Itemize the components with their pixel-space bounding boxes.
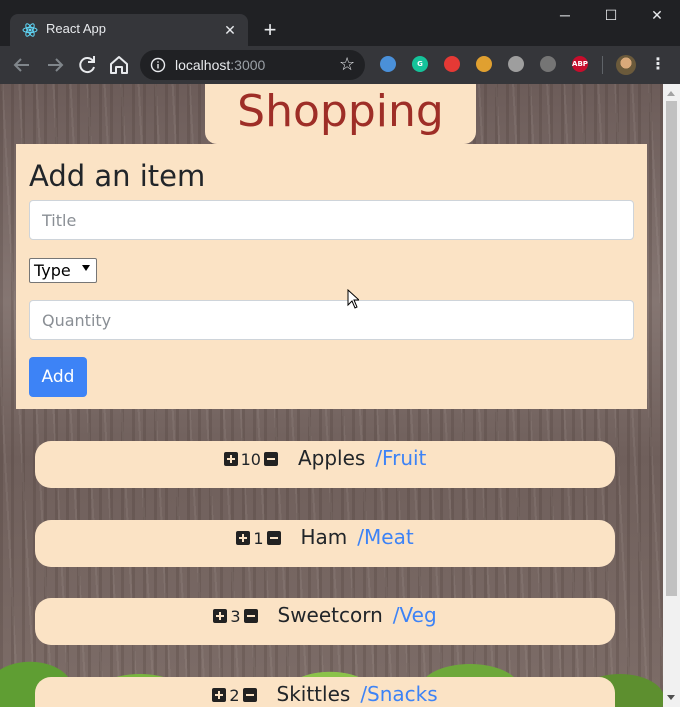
- type-select[interactable]: Type: [29, 258, 97, 283]
- item-name: Skittles: [276, 682, 351, 706]
- profile-avatar[interactable]: [616, 55, 636, 75]
- select-arrow-icon: [82, 265, 90, 271]
- maximize-button[interactable]: ☐: [588, 0, 634, 30]
- address-bar[interactable]: localhost:3000 ☆: [140, 50, 365, 80]
- plus-icon[interactable]: [213, 609, 228, 623]
- quantity-input[interactable]: [29, 300, 634, 340]
- browser-toolbar: localhost:3000 ☆ G ABP ⋮: [0, 46, 680, 84]
- minus-icon[interactable]: [243, 609, 258, 623]
- item-quantity: 2: [229, 686, 240, 705]
- item-quantity: 3: [230, 607, 241, 626]
- url-port: :3000: [230, 57, 266, 73]
- minus-icon[interactable]: [242, 688, 257, 702]
- new-tab-button[interactable]: +: [258, 18, 282, 42]
- list-item-row: 1 Ham/Meat: [35, 525, 615, 549]
- type-select-value: Type: [34, 261, 71, 280]
- list-item: 2 Skittles/Snacks: [35, 677, 615, 707]
- list-item-row: 10 Apples/Fruit: [35, 446, 615, 470]
- eyes-extension-icon[interactable]: [476, 56, 492, 72]
- title-input[interactable]: [29, 200, 634, 240]
- react-logo-icon: [22, 23, 38, 37]
- page-viewport: Shopping List Add an item Type Add 10 App…: [0, 84, 663, 707]
- plus-icon[interactable]: [212, 688, 227, 702]
- item-type: /Snacks: [360, 682, 438, 706]
- grammarly-extension-icon[interactable]: G: [412, 56, 428, 72]
- item-quantity: 1: [253, 529, 264, 548]
- adblock-plus-extension-icon[interactable]: ABP: [572, 56, 588, 72]
- item-name: Apples: [297, 446, 366, 470]
- url-host: localhost: [175, 57, 231, 73]
- bulb-extension-icon[interactable]: [540, 56, 556, 72]
- tab-close-icon[interactable]: ✕: [220, 20, 240, 40]
- item-type: /Fruit: [375, 446, 427, 470]
- form-heading: Add an item: [29, 159, 206, 193]
- toolbar-separator: [602, 56, 603, 74]
- list-item: 3 Sweetcorn/Veg: [35, 598, 615, 645]
- plus-icon[interactable]: [236, 531, 251, 545]
- minus-icon[interactable]: [266, 531, 281, 545]
- scrollbar-thumb[interactable]: [666, 101, 677, 596]
- tab-title: React App: [46, 21, 106, 36]
- home-icon[interactable]: [107, 53, 131, 77]
- list-item: 1 Ham/Meat: [35, 520, 615, 567]
- page-scrollbar[interactable]: [663, 84, 680, 707]
- browser-tab[interactable]: React App ✕: [10, 14, 248, 46]
- pin-extension-icon[interactable]: [508, 56, 524, 72]
- close-window-button[interactable]: ✕: [634, 0, 680, 30]
- plus-icon[interactable]: [223, 452, 238, 466]
- item-type: /Veg: [392, 603, 437, 627]
- browser-menu-icon[interactable]: ⋮: [648, 55, 668, 75]
- item-type: /Meat: [357, 525, 414, 549]
- scroll-down-arrow-icon[interactable]: [667, 695, 675, 700]
- block-extension-icon[interactable]: [444, 56, 460, 72]
- search-extension-icon[interactable]: [380, 56, 396, 72]
- add-button[interactable]: Add: [29, 357, 87, 397]
- mouse-cursor-icon: [347, 289, 359, 309]
- item-name: Sweetcorn: [277, 603, 383, 627]
- add-item-form: Add an item Type Add: [16, 144, 647, 409]
- bookmark-star-icon[interactable]: ☆: [339, 55, 357, 73]
- site-info-icon[interactable]: [150, 57, 166, 73]
- minus-icon[interactable]: [263, 452, 278, 466]
- reload-icon[interactable]: [75, 53, 99, 77]
- list-item: 10 Apples/Fruit: [35, 441, 615, 488]
- minimize-button[interactable]: ─: [542, 0, 588, 30]
- item-quantity: 10: [240, 450, 261, 469]
- list-item-row: 3 Sweetcorn/Veg: [35, 603, 615, 627]
- list-item-row: 2 Skittles/Snacks: [35, 682, 615, 706]
- forward-arrow-icon[interactable]: [43, 53, 67, 77]
- url-text: localhost:3000: [175, 57, 265, 73]
- back-arrow-icon[interactable]: [10, 53, 34, 77]
- item-name: Ham: [300, 525, 348, 549]
- scroll-up-arrow-icon[interactable]: [667, 91, 675, 96]
- browser-titlebar: React App ✕ + ─ ☐ ✕: [0, 0, 680, 46]
- page-title: Shopping List: [205, 84, 476, 193]
